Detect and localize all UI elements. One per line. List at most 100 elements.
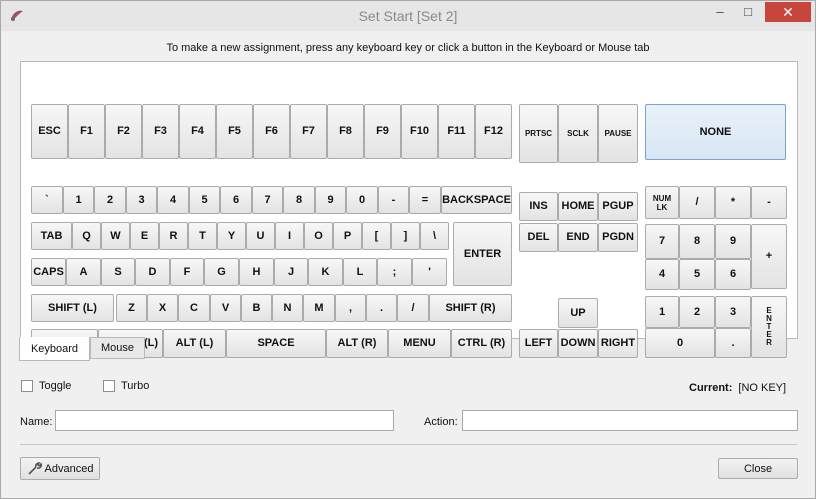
key-pause[interactable]: PAUSE bbox=[598, 104, 638, 163]
key-f3[interactable]: F3 bbox=[142, 104, 179, 159]
key-num-lock[interactable]: NUM LK bbox=[645, 186, 679, 219]
key-numpad-4[interactable]: 4 bbox=[645, 259, 679, 290]
key-2[interactable]: 2 bbox=[94, 186, 126, 214]
action-input[interactable] bbox=[462, 410, 798, 431]
key-prtsc[interactable]: PRTSC bbox=[519, 104, 558, 163]
key-o[interactable]: O bbox=[304, 222, 333, 250]
key-enter[interactable]: ENTER bbox=[453, 222, 512, 286]
key-6[interactable]: 6 bbox=[220, 186, 252, 214]
tab-keyboard[interactable]: Keyboard bbox=[19, 337, 90, 361]
key-down[interactable]: DOWN bbox=[558, 329, 598, 358]
key-0[interactable]: 0 bbox=[346, 186, 378, 214]
key-grave[interactable]: ` bbox=[31, 186, 63, 214]
minimize-button[interactable]: – bbox=[707, 2, 733, 22]
key-caps[interactable]: CAPS bbox=[31, 258, 66, 286]
key-x[interactable]: X bbox=[147, 294, 178, 322]
key-f6[interactable]: F6 bbox=[253, 104, 290, 159]
key-numpad-multiply[interactable]: * bbox=[715, 186, 751, 219]
key-u[interactable]: U bbox=[246, 222, 275, 250]
key-numpad-3[interactable]: 3 bbox=[715, 296, 751, 328]
key-y[interactable]: Y bbox=[217, 222, 246, 250]
key-home[interactable]: HOME bbox=[558, 192, 598, 221]
key-del[interactable]: DEL bbox=[519, 223, 558, 252]
key-b[interactable]: B bbox=[241, 294, 272, 322]
key-v[interactable]: V bbox=[210, 294, 241, 322]
key-shift-left[interactable]: SHIFT (L) bbox=[31, 294, 114, 322]
key-d[interactable]: D bbox=[135, 258, 170, 286]
key-left-bracket[interactable]: [ bbox=[362, 222, 391, 250]
toggle-checkbox[interactable] bbox=[21, 380, 33, 392]
key-tab[interactable]: TAB bbox=[31, 222, 72, 250]
key-end[interactable]: END bbox=[558, 223, 598, 252]
key-m[interactable]: M bbox=[303, 294, 335, 322]
key-period[interactable]: . bbox=[366, 294, 397, 322]
key-alt-right[interactable]: ALT (R) bbox=[326, 329, 388, 358]
key-left[interactable]: LEFT bbox=[519, 329, 558, 358]
key-f9[interactable]: F9 bbox=[364, 104, 401, 159]
key-g[interactable]: G bbox=[204, 258, 239, 286]
key-p[interactable]: P bbox=[333, 222, 362, 250]
key-r[interactable]: R bbox=[159, 222, 188, 250]
key-a[interactable]: A bbox=[66, 258, 101, 286]
key-minus[interactable]: - bbox=[378, 186, 409, 214]
key-numpad-7[interactable]: 7 bbox=[645, 224, 679, 259]
key-f2[interactable]: F2 bbox=[105, 104, 142, 159]
key-f7[interactable]: F7 bbox=[290, 104, 327, 159]
key-s[interactable]: S bbox=[101, 258, 135, 286]
key-shift-right[interactable]: SHIFT (R) bbox=[429, 294, 512, 322]
turbo-checkbox-row[interactable]: Turbo bbox=[103, 380, 149, 392]
turbo-checkbox[interactable] bbox=[103, 380, 115, 392]
tab-mouse[interactable]: Mouse bbox=[90, 337, 145, 359]
key-backslash[interactable]: \ bbox=[420, 222, 449, 250]
key-numpad-0[interactable]: 0 bbox=[645, 328, 715, 358]
key-menu[interactable]: MENU bbox=[388, 329, 451, 358]
key-f11[interactable]: F11 bbox=[438, 104, 475, 159]
key-z[interactable]: Z bbox=[116, 294, 147, 322]
key-equals[interactable]: = bbox=[409, 186, 441, 214]
key-space[interactable]: SPACE bbox=[226, 329, 326, 358]
key-pgdn[interactable]: PGDN bbox=[598, 223, 638, 252]
key-c[interactable]: C bbox=[178, 294, 210, 322]
key-f[interactable]: F bbox=[170, 258, 204, 286]
key-numpad-enter[interactable]: E N T E R bbox=[751, 296, 787, 358]
key-sclk[interactable]: SCLK bbox=[558, 104, 598, 163]
close-button[interactable]: Close bbox=[718, 458, 798, 479]
key-4[interactable]: 4 bbox=[157, 186, 189, 214]
key-numpad-6[interactable]: 6 bbox=[715, 259, 751, 290]
key-none[interactable]: NONE bbox=[645, 104, 786, 160]
key-f10[interactable]: F10 bbox=[401, 104, 438, 159]
key-i[interactable]: I bbox=[275, 222, 304, 250]
key-q[interactable]: Q bbox=[72, 222, 101, 250]
key-h[interactable]: H bbox=[239, 258, 274, 286]
key-up[interactable]: UP bbox=[558, 298, 598, 328]
key-numpad-1[interactable]: 1 bbox=[645, 296, 679, 328]
key-ctrl-right[interactable]: CTRL (R) bbox=[451, 329, 512, 358]
key-1[interactable]: 1 bbox=[63, 186, 94, 214]
key-8[interactable]: 8 bbox=[283, 186, 315, 214]
toggle-checkbox-row[interactable]: Toggle bbox=[21, 380, 71, 392]
key-n[interactable]: N bbox=[272, 294, 303, 322]
maximize-button[interactable]: □ bbox=[735, 2, 761, 22]
key-f1[interactable]: F1 bbox=[68, 104, 105, 159]
key-right[interactable]: RIGHT bbox=[598, 329, 638, 358]
key-numpad-8[interactable]: 8 bbox=[679, 224, 715, 259]
key-j[interactable]: J bbox=[274, 258, 308, 286]
key-f4[interactable]: F4 bbox=[179, 104, 216, 159]
key-t[interactable]: T bbox=[188, 222, 217, 250]
key-semicolon[interactable]: ; bbox=[377, 258, 412, 286]
key-9[interactable]: 9 bbox=[315, 186, 346, 214]
key-slash[interactable]: / bbox=[397, 294, 429, 322]
key-f8[interactable]: F8 bbox=[327, 104, 364, 159]
key-numpad-9[interactable]: 9 bbox=[715, 224, 751, 259]
key-alt-left[interactable]: ALT (L) bbox=[163, 329, 226, 358]
key-k[interactable]: K bbox=[308, 258, 343, 286]
advanced-button[interactable]: Advanced bbox=[20, 457, 100, 480]
key-backspace[interactable]: BACKSPACE bbox=[441, 186, 512, 214]
key-numpad-decimal[interactable]: . bbox=[715, 328, 751, 358]
key-ins[interactable]: INS bbox=[519, 192, 558, 221]
key-f12[interactable]: F12 bbox=[475, 104, 512, 159]
key-e[interactable]: E bbox=[130, 222, 159, 250]
key-comma[interactable]: , bbox=[335, 294, 366, 322]
key-numpad-divide[interactable]: / bbox=[679, 186, 715, 219]
key-numpad-subtract[interactable]: - bbox=[751, 186, 787, 219]
